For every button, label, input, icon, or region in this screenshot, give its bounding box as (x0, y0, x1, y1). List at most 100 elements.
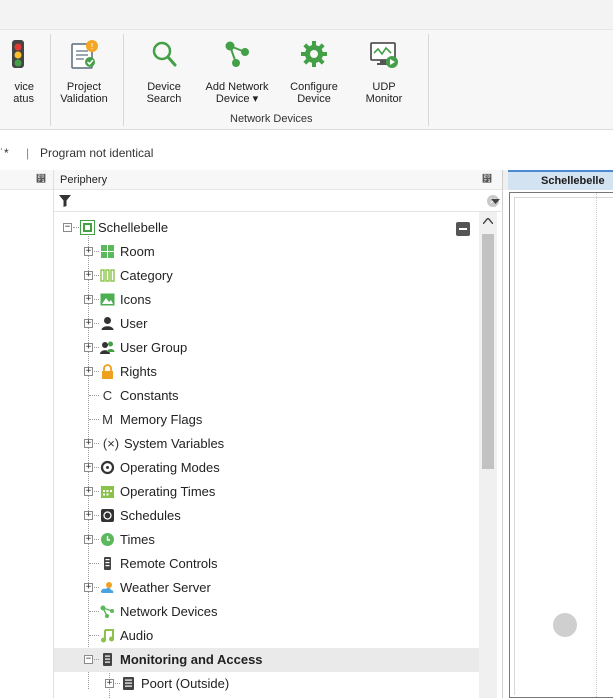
tree-item-label: Audio (120, 628, 154, 643)
tree-connector (94, 443, 99, 444)
tree-connector (94, 659, 99, 660)
tree-item-remote-controls[interactable]: Remote Controls (54, 552, 479, 576)
expand-icon[interactable]: + (84, 463, 93, 472)
tree-item-room[interactable]: + Room (54, 240, 479, 264)
group-separator (123, 34, 124, 126)
tree-item-operating-times[interactable]: + Operating Times (54, 480, 479, 504)
pin-icon[interactable]: ⵱ (482, 174, 492, 185)
tree-item-constants[interactable]: C Constants (54, 384, 479, 408)
tree-item-label: Network Devices (120, 604, 218, 619)
left-panel: ⵱ (0, 170, 54, 698)
tree-scrollbar[interactable] (479, 212, 497, 698)
periphery-header: Periphery ⵱ (54, 170, 502, 190)
tree-item-user[interactable]: + User (54, 312, 479, 336)
tree-item-poort-outside[interactable]: + Poort (Outside) (54, 672, 479, 696)
tree-connector (89, 611, 99, 612)
device-status-button[interactable]: vice atus (0, 38, 36, 110)
expand-icon[interactable]: + (84, 319, 93, 328)
calendar-icon (101, 486, 114, 498)
tree-item-monitoring-and-access[interactable]: − Monitoring and Access (54, 648, 479, 672)
music-icon (101, 629, 114, 643)
letter-c: C (102, 388, 113, 403)
expand-icon[interactable]: + (84, 367, 93, 376)
pin-icon[interactable]: ⵱ (36, 174, 46, 185)
collapse-icon[interactable]: − (63, 223, 72, 232)
tree-item-network-devices[interactable]: Network Devices (54, 600, 479, 624)
canvas-handle[interactable] (553, 613, 577, 637)
device-status-label-2: atus (13, 93, 34, 105)
expand-icon[interactable]: + (84, 487, 93, 496)
expand-icon[interactable]: + (105, 679, 114, 688)
tree-connector (94, 491, 99, 492)
expand-icon[interactable]: + (84, 295, 93, 304)
periphery-title: Periphery (60, 174, 108, 186)
image-icon (100, 293, 115, 306)
expand-icon[interactable]: + (84, 271, 93, 280)
tree-connector (94, 299, 99, 300)
tree-item-operating-modes[interactable]: + Operating Modes (54, 456, 479, 480)
expand-icon[interactable]: + (84, 535, 93, 544)
tree-item-label: Rights (120, 364, 157, 379)
tree-item-times[interactable]: + Times (54, 528, 479, 552)
tree-root-row[interactable]: − Schellebelle (54, 216, 479, 240)
tree-item-memory-flags[interactable]: M Memory Flags (54, 408, 479, 432)
expand-icon[interactable]: + (84, 583, 93, 592)
collapse-icon[interactable]: − (84, 655, 93, 664)
editor-canvas[interactable] (509, 192, 613, 698)
left-panel-header: ⵱ (0, 170, 53, 190)
tree-item-system-variables[interactable]: + (×) System Variables (54, 432, 479, 456)
status-separator: | (26, 146, 30, 160)
tree-item-label: Poort (Outside) (141, 676, 230, 691)
project-validation-button[interactable]: ! Project Validation (52, 38, 116, 110)
scroll-up-icon[interactable] (483, 218, 493, 224)
filter-bar: ✕ (54, 190, 503, 212)
editor-tabbar: Schellebelle (503, 170, 613, 190)
network-icon (100, 605, 114, 618)
chevron-down-icon[interactable] (491, 199, 500, 205)
tree-connector (94, 323, 99, 324)
expand-icon[interactable]: + (84, 439, 93, 448)
network-add-icon (225, 41, 249, 67)
svg-text:!: ! (90, 42, 93, 51)
tree-connector (115, 683, 120, 684)
tree-item-schedules[interactable]: + Schedules (54, 504, 479, 528)
udp-monitor-button[interactable]: UDP Monitor (358, 38, 410, 110)
tree-item-icons[interactable]: + Icons (54, 288, 479, 312)
tree-connector (89, 563, 99, 564)
status-fragment: ˙* (0, 146, 9, 160)
filter-icon[interactable] (59, 195, 71, 207)
tree-connector (94, 275, 99, 276)
scrollbar-thumb[interactable] (482, 234, 494, 469)
configure-device-button[interactable]: Configure Device (284, 38, 344, 110)
tree-item-label: Constants (120, 388, 179, 403)
tree-connector (94, 347, 99, 348)
device-status-label-1: vice (14, 81, 34, 93)
tree-item-label: Memory Flags (120, 412, 203, 427)
expand-icon[interactable]: + (84, 247, 93, 256)
tree-connector (89, 419, 99, 420)
add-network-device-button[interactable]: Add Network Device ▾ (200, 38, 274, 110)
tree-root-label: Schellebelle (98, 220, 169, 235)
collapse-all-button[interactable] (456, 222, 470, 236)
add-network-device-label-1: Add Network (205, 81, 269, 93)
tree-item-weather-server[interactable]: + Weather Server (54, 576, 479, 600)
search-icon (152, 41, 177, 67)
expand-icon[interactable]: + (84, 511, 93, 520)
tree-item-rights[interactable]: + Rights (54, 360, 479, 384)
variable-icon: (×) (102, 436, 120, 451)
tree-item-label: Monitoring and Access (120, 652, 263, 667)
editor-panel: Schellebelle (503, 170, 613, 698)
group-separator (428, 34, 429, 126)
tree-item-audio[interactable]: Audio (54, 624, 479, 648)
tree-item-user-group[interactable]: + User Group (54, 336, 479, 360)
udp-monitor-label-2: Monitor (365, 93, 403, 105)
filter-input[interactable] (76, 192, 456, 209)
expand-icon[interactable]: + (84, 343, 93, 352)
tree-item-label: Times (120, 532, 155, 547)
remote-icon (104, 557, 111, 570)
project-validation-icon: ! (71, 40, 98, 69)
tree-item-category[interactable]: + Category (54, 264, 479, 288)
schedule-icon (101, 509, 114, 522)
tab-schellebelle[interactable]: Schellebelle (508, 170, 613, 190)
device-search-button[interactable]: Device Search (136, 38, 192, 110)
